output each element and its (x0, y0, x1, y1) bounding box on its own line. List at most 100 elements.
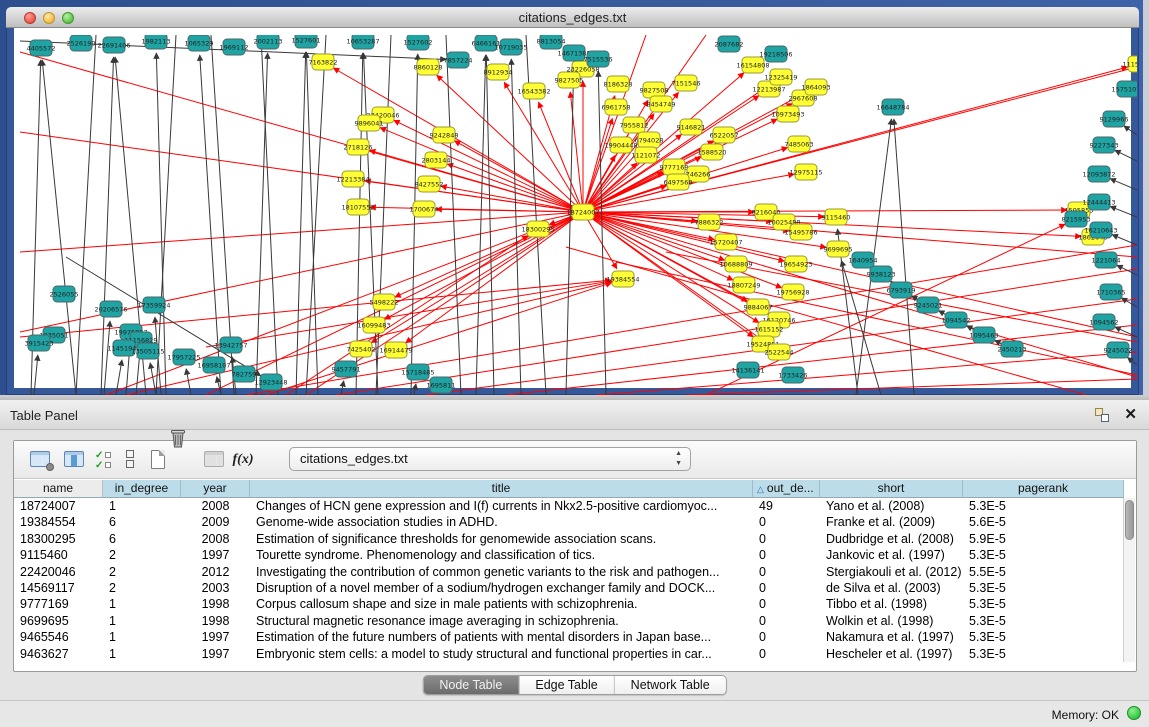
scrollbar-thumb[interactable] (1125, 500, 1134, 540)
citation-edge-black[interactable] (1124, 126, 1137, 135)
citation-edge-red[interactable] (566, 247, 1086, 395)
graph-node-label: 12325419 (764, 74, 797, 82)
import-table-icon[interactable] (202, 448, 228, 472)
cell-year: 2009 (181, 514, 250, 530)
graph-node-label: 1221064 (1092, 257, 1121, 265)
citation-edge-black[interactable] (156, 35, 176, 395)
column-header-name[interactable]: name (14, 480, 103, 498)
delete-column-icon[interactable] (174, 448, 200, 472)
citation-edge-black[interactable] (341, 381, 344, 395)
citation-edge-black[interactable] (598, 71, 606, 395)
table-row[interactable]: 946362711997Embryonic stem cells: a mode… (14, 646, 1124, 662)
column-header-title[interactable]: title (250, 480, 753, 498)
cell-out_degree: 0 (753, 613, 820, 629)
citation-edge-red[interactable] (583, 212, 1137, 377)
show-column-icon[interactable] (62, 448, 88, 472)
table-vertical-scrollbar[interactable] (1123, 498, 1135, 662)
table-row[interactable]: 911546021997Tourette syndrome. Phenomeno… (14, 547, 1124, 563)
citation-edge-black[interactable] (150, 363, 156, 395)
network-window[interactable]: citations_edges.txt 18724007716382288601… (6, 7, 1139, 395)
column-header-year[interactable]: year (181, 480, 250, 498)
graph-node-label: 18300295 (521, 226, 554, 234)
table-settings-icon[interactable] (28, 448, 54, 472)
table-toolbar: ✓ ✓ f(x) citations_edges.txt ▲▼ (14, 441, 1136, 479)
graph-node-label: 1969112 (220, 44, 249, 52)
citation-edge-red[interactable] (20, 212, 583, 252)
citation-edge-black[interactable] (296, 52, 306, 395)
table-selector-dropdown[interactable]: citations_edges.txt ▲▼ (289, 447, 691, 471)
row-height-icon[interactable] (118, 448, 144, 472)
citation-edge-black[interactable] (894, 119, 914, 395)
tab-edge-table[interactable]: Edge Table (519, 676, 614, 694)
citation-edge-red[interactable] (583, 212, 1137, 337)
citation-edge-black[interactable] (1110, 179, 1137, 190)
graph-node-label: 9146821 (677, 124, 706, 132)
graph-node-label: 13942757 (214, 342, 247, 350)
new-column-icon[interactable] (146, 448, 172, 472)
citation-edge-black[interactable] (186, 369, 191, 395)
citation-edge-red[interactable] (583, 212, 1137, 257)
citation-edge-black[interactable] (414, 384, 416, 395)
citation-edge-black[interactable] (1115, 150, 1137, 161)
cell-year: 1997 (181, 646, 250, 662)
table-panel-body: ✓ ✓ f(x) citations_edges.txt ▲▼ namein_d… (0, 430, 1149, 700)
graph-node-label: 2526190 (67, 40, 96, 48)
column-header-out_degree[interactable]: △out_de... (753, 480, 820, 498)
tab-node-table[interactable]: Node Table (423, 676, 519, 694)
close-panel-icon[interactable]: ✕ (1124, 405, 1137, 423)
citation-edge-black[interactable] (34, 355, 38, 395)
graph-node-label: 1094542 (942, 317, 971, 325)
graph-node-label: 9827505 (555, 77, 584, 85)
column-header-pagerank[interactable]: pagerank (963, 480, 1124, 498)
graph-node-label: 9227343 (1090, 142, 1119, 150)
graph-node-label: 9245021 (914, 302, 943, 310)
table-row[interactable]: 1456911722003Disruption of a novel membe… (14, 580, 1124, 596)
table-row[interactable]: 1830029562008Estimation of significance … (14, 531, 1124, 547)
column-header-short[interactable]: short (820, 480, 963, 498)
select-columns-icon[interactable]: ✓ ✓ (92, 448, 118, 472)
cell-in_degree: 1 (103, 613, 181, 629)
table-row[interactable]: 977716911998Corpus callosum shape and si… (14, 596, 1124, 612)
graph-node-label: 7515536 (584, 56, 613, 64)
citation-edge-black[interactable] (486, 55, 494, 395)
citation-edge-red[interactable] (441, 186, 583, 212)
citation-edge-black[interactable] (1115, 327, 1137, 337)
table-row[interactable]: 946554611997Estimation of the future num… (14, 629, 1124, 645)
table-body[interactable]: 1872400712008Changes of HCN gene express… (14, 498, 1124, 662)
citation-edge-red[interactable] (539, 102, 583, 212)
function-builder-icon[interactable]: f(x) (230, 448, 256, 472)
graph-node-label: 19904448 (604, 142, 637, 150)
graph-node-label: 18107552 (341, 204, 374, 212)
citation-edge-black[interactable] (76, 35, 96, 395)
table-row[interactable]: 1938455462009Genome-wide association stu… (14, 514, 1124, 530)
citation-edge-black[interactable] (376, 35, 391, 395)
citation-edge-black[interactable] (1127, 357, 1137, 365)
citation-network-graph[interactable]: 1872400771638228860128891293423226058982… (6, 7, 1149, 402)
citation-edge-black[interactable] (446, 35, 461, 395)
citation-edge-black[interactable] (261, 35, 278, 395)
citation-edge-red[interactable] (436, 209, 583, 212)
table-row[interactable]: 1872400712008Changes of HCN gene express… (14, 498, 1124, 514)
citation-edge-black[interactable] (476, 55, 486, 395)
float-panel-icon[interactable] (1095, 408, 1109, 422)
citation-edge-black[interactable] (566, 65, 574, 395)
memory-status-icon[interactable] (1127, 706, 1141, 720)
graph-node-label: 7955812 (620, 122, 649, 130)
citation-edge-black[interactable] (1112, 235, 1137, 245)
column-header-in_degree[interactable]: in_degree (103, 480, 181, 498)
citation-edge-black[interactable] (104, 321, 110, 395)
graph-node-label: 10653287 (346, 38, 379, 46)
citation-edge-red[interactable] (395, 212, 583, 297)
graph-node-label: 16543382 (517, 88, 550, 96)
citation-edge-black[interactable] (1110, 206, 1137, 217)
cell-pagerank: 5.3E-5 (963, 613, 1124, 629)
citation-edge-black[interactable] (256, 53, 268, 395)
graph-node-label: 16958107 (197, 362, 230, 370)
table-row[interactable]: 2242004622012Investigating the contribut… (14, 564, 1124, 580)
network-canvas[interactable]: 1872400771638228860128891293423226058982… (14, 28, 1131, 388)
cell-title: Investigating the contribution of common… (250, 564, 753, 580)
citation-edge-red[interactable] (686, 379, 1137, 395)
tab-network-table[interactable]: Network Table (615, 676, 726, 694)
table-row[interactable]: 969969511998Structural magnetic resonanc… (14, 613, 1124, 629)
citation-edge-black[interactable] (1117, 265, 1137, 275)
